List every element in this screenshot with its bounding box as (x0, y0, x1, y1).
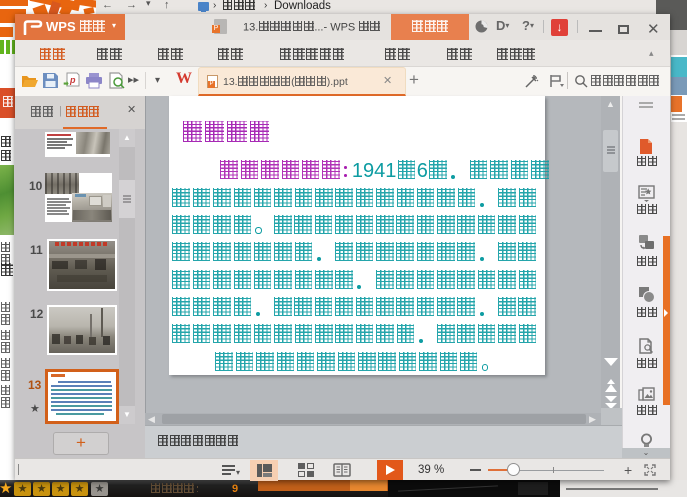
svg-text:p: p (69, 75, 76, 85)
